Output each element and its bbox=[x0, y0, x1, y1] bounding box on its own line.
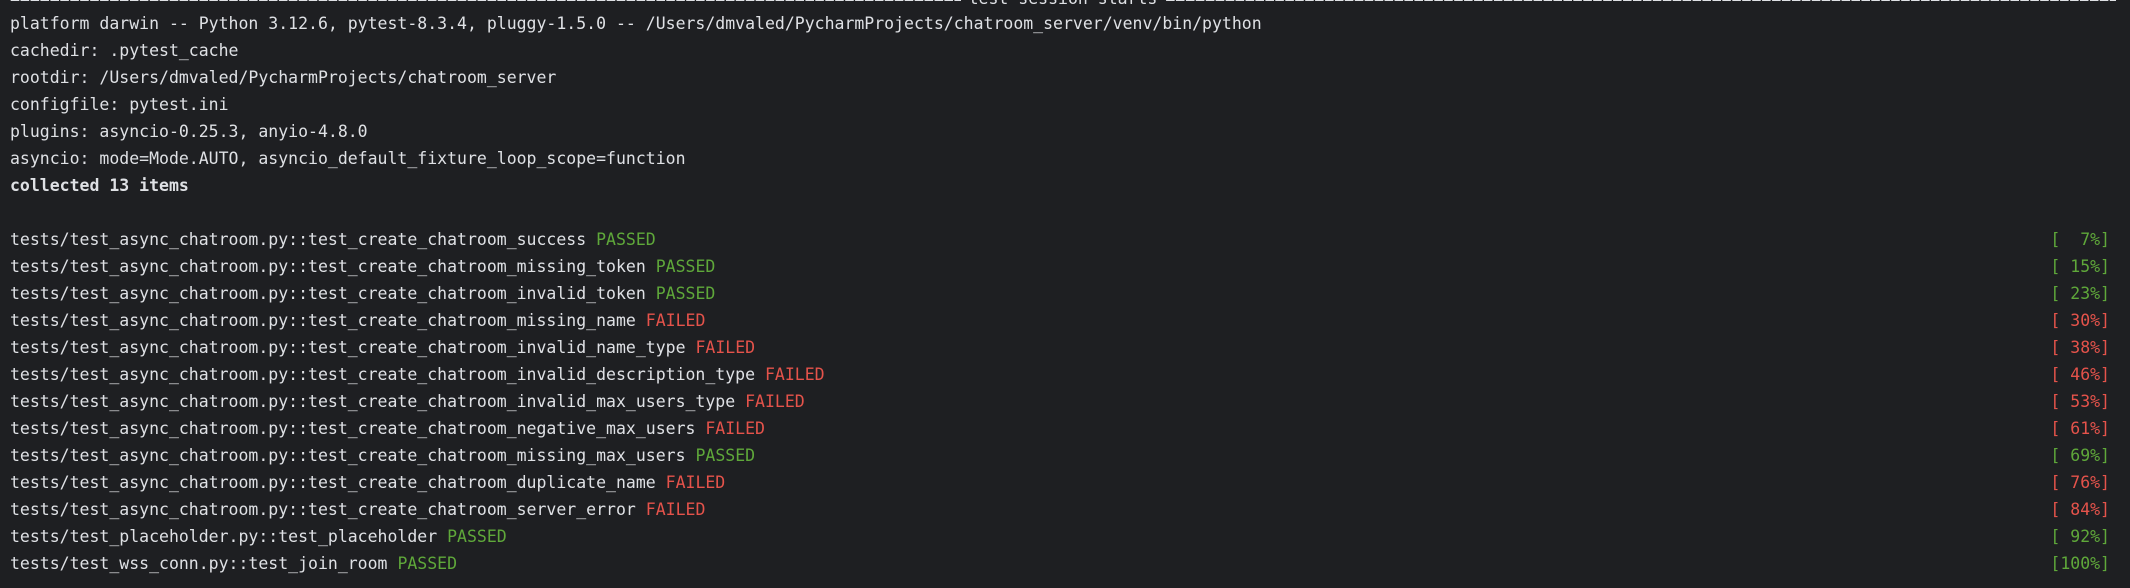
status-passed: PASSED bbox=[655, 257, 716, 276]
asyncio-line: asyncio: mode=Mode.AUTO, asyncio_default… bbox=[10, 149, 686, 168]
status-failed: FAILED bbox=[705, 419, 765, 438]
test-id: tests/test_placeholder.py::test_placehol… bbox=[10, 527, 438, 546]
progress-percent: [ 84%] bbox=[2050, 500, 2110, 519]
test-id: tests/test_async_chatroom.py::test_creat… bbox=[10, 257, 646, 276]
progress-percent: [100%] bbox=[2050, 554, 2110, 573]
progress-percent: [ 69%] bbox=[2050, 446, 2110, 465]
progress-percent: [ 30%] bbox=[2050, 311, 2110, 330]
test-result-row: tests/test_async_chatroom.py::test_creat… bbox=[10, 442, 2110, 469]
cachedir-line: cachedir: .pytest_cache bbox=[10, 41, 239, 60]
test-id: tests/test_async_chatroom.py::test_creat… bbox=[10, 392, 736, 411]
status-failed: FAILED bbox=[745, 392, 805, 411]
progress-percent: [ 7%] bbox=[2050, 230, 2110, 249]
test-result-row: tests/test_async_chatroom.py::test_creat… bbox=[10, 388, 2110, 415]
test-id: tests/test_async_chatroom.py::test_creat… bbox=[10, 230, 587, 249]
status-failed: FAILED bbox=[695, 338, 756, 357]
test-result-row: tests/test_async_chatroom.py::test_creat… bbox=[10, 253, 2110, 280]
plugins-line: plugins: asyncio-0.25.3, anyio-4.8.0 bbox=[10, 122, 368, 141]
progress-percent: [ 38%] bbox=[2050, 338, 2110, 357]
test-result-row: tests/test_async_chatroom.py::test_creat… bbox=[10, 496, 2110, 523]
progress-percent: [ 46%] bbox=[2050, 365, 2110, 384]
test-id: tests/test_async_chatroom.py::test_creat… bbox=[10, 284, 646, 303]
test-id: tests/test_async_chatroom.py::test_creat… bbox=[10, 419, 696, 438]
test-id: tests/test_async_chatroom.py::test_creat… bbox=[10, 311, 636, 330]
test-result-row: tests/test_placeholder.py::test_placehol… bbox=[10, 523, 2110, 550]
status-passed: PASSED bbox=[596, 230, 656, 249]
progress-percent: [ 15%] bbox=[2050, 257, 2110, 276]
progress-percent: [ 76%] bbox=[2050, 473, 2110, 492]
test-id: tests/test_async_chatroom.py::test_creat… bbox=[10, 446, 686, 465]
status-failed: FAILED bbox=[665, 473, 726, 492]
progress-percent: [ 61%] bbox=[2050, 419, 2110, 438]
test-id: tests/test_wss_conn.py::test_join_room bbox=[10, 554, 388, 573]
collected-line: collected 13 items bbox=[10, 176, 189, 195]
test-id: tests/test_async_chatroom.py::test_creat… bbox=[10, 365, 756, 384]
status-failed: FAILED bbox=[645, 311, 706, 330]
progress-percent: [ 53%] bbox=[2050, 392, 2110, 411]
progress-percent: [ 92%] bbox=[2050, 527, 2110, 546]
test-result-row: tests/test_async_chatroom.py::test_creat… bbox=[10, 361, 2110, 388]
test-id: tests/test_async_chatroom.py::test_creat… bbox=[10, 500, 636, 519]
test-id: tests/test_async_chatroom.py::test_creat… bbox=[10, 338, 686, 357]
test-result-row: tests/test_async_chatroom.py::test_creat… bbox=[10, 280, 2110, 307]
status-passed: PASSED bbox=[447, 527, 507, 546]
status-failed: FAILED bbox=[764, 365, 825, 384]
test-result-row: tests/test_async_chatroom.py::test_creat… bbox=[10, 307, 2110, 334]
test-result-row: tests/test_async_chatroom.py::test_creat… bbox=[10, 415, 2110, 442]
progress-percent: [ 23%] bbox=[2050, 284, 2110, 303]
platform-line: platform darwin -- Python 3.12.6, pytest… bbox=[10, 14, 1262, 33]
status-passed: PASSED bbox=[397, 554, 458, 573]
test-id: tests/test_async_chatroom.py::test_creat… bbox=[10, 473, 656, 492]
test-result-row: tests/test_async_chatroom.py::test_creat… bbox=[10, 469, 2110, 496]
status-passed: PASSED bbox=[655, 284, 716, 303]
rootdir-line: rootdir: /Users/dmvaled/PycharmProjects/… bbox=[10, 68, 557, 87]
status-failed: FAILED bbox=[645, 500, 706, 519]
test-result-row: tests/test_async_chatroom.py::test_creat… bbox=[10, 226, 2110, 253]
terminal-output[interactable]: ========================================… bbox=[0, 0, 2130, 588]
test-result-row: tests/test_wss_conn.py::test_join_room P… bbox=[10, 550, 2110, 577]
status-passed: PASSED bbox=[695, 446, 756, 465]
configfile-line: configfile: pytest.ini bbox=[10, 95, 229, 114]
test-result-row: tests/test_async_chatroom.py::test_creat… bbox=[10, 334, 2110, 361]
